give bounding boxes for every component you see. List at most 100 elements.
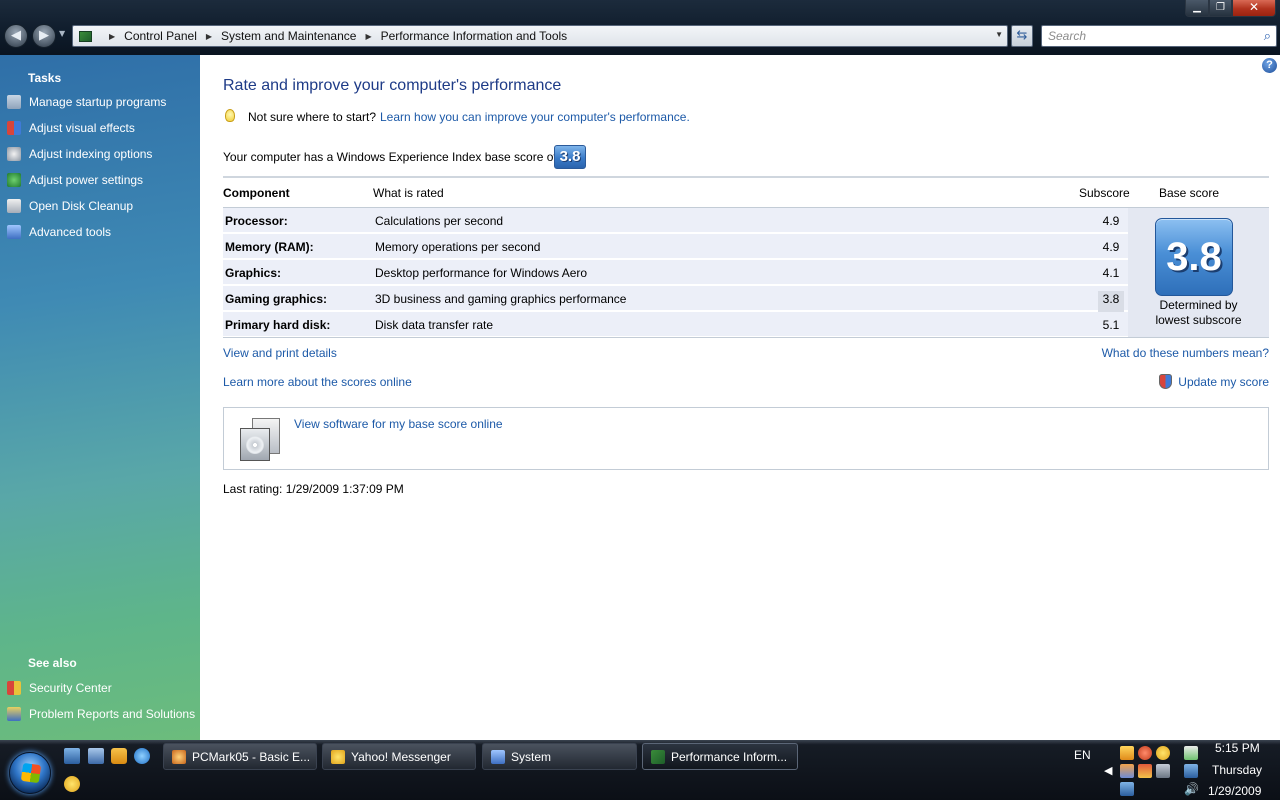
table-row: Processor: Calculations per second 4.9 [223,208,1128,233]
view-software-link[interactable]: View software for my base score online [294,417,503,431]
tray-app-icon[interactable] [1120,782,1134,796]
minimize-button[interactable]: ▁ [1185,0,1209,17]
system-icon [491,749,505,764]
internet-explorer-icon[interactable] [134,748,150,764]
switch-windows-icon[interactable] [88,748,104,764]
back-arrow-icon: ◀ [11,28,21,43]
task-label: Adjust indexing options [29,147,153,161]
taskbar-button-performance[interactable]: Performance Inform... [642,743,798,770]
what-numbers-mean-link[interactable]: What do these numbers mean? [1102,346,1269,360]
media-player-icon[interactable] [111,748,127,764]
window-title-bar: ▁ ❐ ✕ ◀ ▶ ▼ ▶ Control Panel ▶ System and… [0,0,1280,55]
component-description: 3D business and gaming graphics performa… [375,292,627,306]
subscore-value: 5.1 [1102,318,1120,332]
task-manage-startup[interactable]: Manage startup programs [0,92,166,112]
table-row: Gaming graphics: 3D business and gaming … [223,286,1128,313]
last-rating-text: Last rating: 1/29/2009 1:37:09 PM [223,482,404,496]
lightbulb-icon [225,109,235,122]
tasks-heading: Tasks [28,71,62,85]
task-adjust-indexing[interactable]: Adjust indexing options [0,144,152,164]
pcmark-icon [172,749,186,764]
show-desktop-icon[interactable] [64,748,80,764]
breadcrumb-system-maintenance[interactable]: System and Maintenance [221,29,356,43]
address-dropdown-icon[interactable]: ▼ [995,30,1003,39]
table-row: Memory (RAM): Memory operations per seco… [223,234,1128,259]
clock-date[interactable]: 1/29/2009 [1208,784,1261,798]
tray-app-icon[interactable] [1156,764,1170,778]
yahoo-messenger-quicklaunch-icon[interactable] [64,776,80,792]
close-button[interactable]: ✕ [1232,0,1276,17]
learn-improve-link[interactable]: Learn how you can improve your computer'… [380,110,690,124]
start-button[interactable] [9,752,51,794]
help-icon[interactable]: ? [1262,58,1277,73]
column-header-component: Component [223,186,290,200]
breadcrumb-chevron-icon[interactable]: ▶ [109,32,115,41]
tray-app-icon[interactable] [1120,764,1134,778]
address-bar[interactable]: ▶ Control Panel ▶ System and Maintenance… [72,25,1008,47]
clock-day[interactable]: Thursday [1212,763,1262,777]
search-input[interactable]: Search ⌕ [1041,25,1277,47]
subscore-value: 4.1 [1102,266,1120,280]
component-description: Calculations per second [375,214,504,228]
view-print-details-link[interactable]: View and print details [223,346,337,360]
component-name: Processor: [225,214,288,228]
task-adjust-visual-effects[interactable]: Adjust visual effects [0,118,135,138]
task-advanced-tools[interactable]: Advanced tools [0,222,111,242]
see-also-problem-reports[interactable]: Problem Reports and Solutions [0,704,195,724]
tray-app-icon[interactable] [1138,746,1152,760]
clock-time[interactable]: 5:15 PM [1215,741,1260,755]
tray-power-icon[interactable] [1184,746,1198,760]
subscore-value: 4.9 [1102,240,1120,254]
task-label: Manage startup programs [29,95,167,109]
breadcrumb-performance-tools[interactable]: Performance Information and Tools [381,29,568,43]
tray-app-icon[interactable] [1138,764,1152,778]
main-content: ? Rate and improve your computer's perfo… [200,55,1280,740]
task-disk-cleanup[interactable]: Open Disk Cleanup [0,196,133,216]
taskbar-button-label: System [511,749,552,764]
taskbar-button-yahoo[interactable]: Yahoo! Messenger [322,743,476,770]
component-name: Memory (RAM): [225,240,314,254]
taskbar-button-pcmark[interactable]: PCMark05 - Basic E... [163,743,317,770]
language-indicator[interactable]: EN [1074,748,1091,762]
breadcrumb-control-panel[interactable]: Control Panel [124,29,197,43]
component-name: Primary hard disk: [225,318,331,332]
forward-arrow-icon: ▶ [39,28,49,43]
subscore-value-lowest: 3.8 [1098,291,1124,313]
task-adjust-power[interactable]: Adjust power settings [0,170,143,190]
divider [223,176,1269,178]
back-button[interactable]: ◀ [4,24,28,48]
column-header-subscore: Subscore [1079,186,1130,200]
recent-pages-dropdown[interactable]: ▼ [59,29,65,38]
base-score-sentence: Your computer has a Windows Experience I… [223,150,557,164]
learn-more-scores-link[interactable]: Learn more about the scores online [223,375,412,389]
update-my-score-link[interactable]: Update my score [1178,375,1269,389]
startup-programs-icon [7,95,21,109]
table-row: Graphics: Desktop performance for Window… [223,260,1128,285]
base-score-cell: 3.8 Determined by lowest subscore [1128,208,1269,338]
windows-logo-icon [20,762,42,784]
taskbar-button-system[interactable]: System [482,743,637,770]
taskbar-button-label: PCMark05 - Basic E... [192,749,311,764]
maximize-button[interactable]: ❐ [1209,0,1232,17]
task-label: Adjust power settings [29,173,144,187]
indexing-icon [7,147,21,161]
see-also-security-center[interactable]: Security Center [0,678,112,698]
page-title: Rate and improve your computer's perform… [223,77,562,94]
forward-button[interactable]: ▶ [32,24,56,48]
software-panel: View software for my base score online [223,407,1269,470]
uac-shield-icon [7,121,21,135]
breadcrumb-chevron-icon[interactable]: ▶ [365,32,371,41]
base-score-badge-large: 3.8 [1155,218,1233,296]
tray-app-icon[interactable] [1120,746,1134,760]
tray-network-icon[interactable] [1184,764,1198,778]
task-label: Adjust visual effects [29,121,135,135]
divider [223,337,1269,338]
refresh-button[interactable]: ⇆ [1011,25,1033,47]
volume-icon[interactable]: 🔊 [1184,782,1199,796]
see-also-label: Security Center [29,681,112,695]
search-icon[interactable]: ⌕ [1264,28,1271,44]
tray-yahoo-icon[interactable] [1156,746,1170,760]
breadcrumb-chevron-icon[interactable]: ▶ [206,32,212,41]
tray-expand-icon[interactable]: ◀ [1104,764,1112,777]
see-also-label: Problem Reports and Solutions [29,707,196,721]
